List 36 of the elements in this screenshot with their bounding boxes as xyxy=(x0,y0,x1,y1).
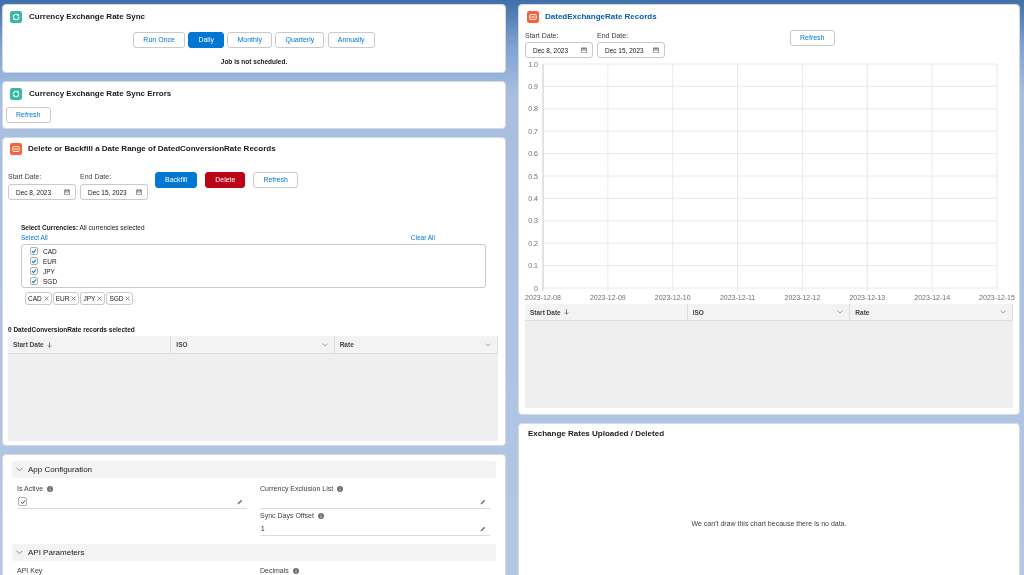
pencil-icon[interactable] xyxy=(480,525,486,532)
pencil-icon[interactable] xyxy=(480,498,486,505)
close-icon[interactable] xyxy=(43,296,49,301)
checkbox[interactable] xyxy=(30,277,38,285)
info-icon[interactable] xyxy=(317,513,324,519)
sync-icon xyxy=(10,11,22,23)
close-icon[interactable] xyxy=(71,296,77,301)
card-title: Delete or Backfill a Date Range of DatedConversionRate Records xyxy=(28,143,276,155)
checkbox[interactable] xyxy=(18,497,27,506)
card-title: Currency Exchange Rate Sync xyxy=(29,11,146,23)
info-icon[interactable] xyxy=(47,486,54,492)
calendar-icon xyxy=(581,47,587,53)
inline-edit-field[interactable] xyxy=(17,495,247,509)
calendar-icon xyxy=(64,189,70,195)
checkbox[interactable] xyxy=(30,267,38,275)
pencil-icon[interactable] xyxy=(237,498,243,505)
card-title: Exchange Rates Uploaded / Deleted xyxy=(528,430,666,438)
chevron-down-icon[interactable] xyxy=(1000,310,1006,314)
info-icon[interactable] xyxy=(337,486,344,492)
chevron-down-icon[interactable] xyxy=(485,342,491,347)
calendar-icon xyxy=(653,47,659,53)
chevron-down-icon[interactable] xyxy=(837,310,844,314)
sync-icon xyxy=(10,88,22,100)
checkbox[interactable] xyxy=(30,257,38,265)
card-title: Currency Exchange Rate Sync Errors xyxy=(29,88,172,100)
card-title-link[interactable]: DatedExchangeRate Records xyxy=(545,11,657,23)
info-icon[interactable] xyxy=(292,568,299,574)
checkbox[interactable] xyxy=(30,247,38,255)
close-icon[interactable] xyxy=(125,296,131,301)
chevron-down-icon[interactable] xyxy=(321,342,328,347)
section-header[interactable]: API Parameters xyxy=(12,544,496,561)
card-icon xyxy=(10,143,22,155)
calendar-icon xyxy=(136,189,142,195)
card-icon xyxy=(527,11,539,23)
close-icon[interactable] xyxy=(97,296,103,301)
section-header[interactable]: App Configuration xyxy=(12,461,496,478)
